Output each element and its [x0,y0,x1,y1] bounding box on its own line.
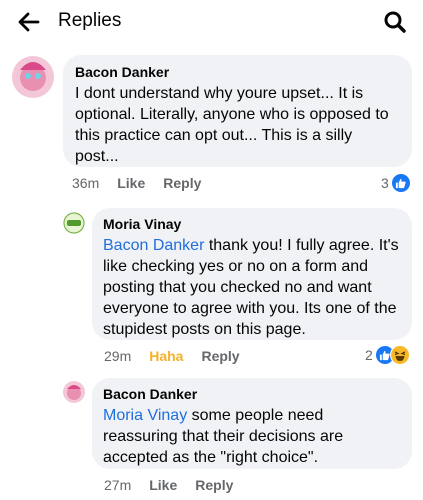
comment-bubble[interactable]: Moria Vinay Bacon Danker thank you! I fu… [92,208,412,340]
haha-reaction-button[interactable]: Haha [149,348,183,364]
like-button[interactable]: Like [117,175,145,191]
avatar[interactable] [12,56,54,98]
comment-author[interactable]: Bacon Danker [103,386,401,402]
comment-author[interactable]: Moria Vinay [103,216,401,232]
comment-bubble[interactable]: Bacon Danker Moria Vinay some people nee… [92,378,412,469]
reaction-summary[interactable]: 2 [365,345,410,365]
comment-text: Bacon Danker thank you! I fully agree. I… [103,235,401,340]
comment-time: 29m [104,348,132,364]
mention-link[interactable]: Moria Vinay [103,407,187,424]
comment-body: I dont understand why youre upset... It … [75,85,389,165]
mention-link[interactable]: Bacon Danker [103,237,204,254]
comment-time: 27m [104,477,132,493]
laughing-face-icon [389,345,410,365]
comment-actions: 27m Like Reply [104,477,251,493]
reaction-count: 3 [381,175,389,191]
comment-author[interactable]: Bacon Danker [75,64,400,80]
avatar[interactable] [63,212,85,234]
page-title: Replies [58,10,122,31]
comment-actions: 29m Haha Reply [104,348,258,364]
search-icon [384,11,406,33]
comment-time: 36m [72,175,100,191]
profile-photo-icon [12,56,54,98]
arrow-left-icon [18,12,40,32]
like-button[interactable]: Like [149,477,177,493]
reply-button[interactable]: Reply [163,175,201,191]
back-button[interactable] [14,8,44,36]
thumbs-up-icon [390,173,411,193]
comment-bubble[interactable]: Bacon Danker I dont understand why youre… [63,55,412,167]
avatar[interactable] [63,381,85,403]
top-bar: Replies [0,0,423,44]
profile-photo-icon [63,381,85,403]
reply-button[interactable]: Reply [195,477,233,493]
comment-text: I dont understand why youre upset... It … [75,83,400,167]
profile-photo-icon [63,212,85,234]
comment-text: Moria Vinay some people need reassuring … [103,405,401,468]
reaction-summary[interactable]: 3 [381,173,411,193]
comment-actions: 36m Like Reply [72,175,219,191]
reaction-count: 2 [365,347,373,363]
reply-button[interactable]: Reply [201,348,239,364]
search-button[interactable] [381,8,409,36]
